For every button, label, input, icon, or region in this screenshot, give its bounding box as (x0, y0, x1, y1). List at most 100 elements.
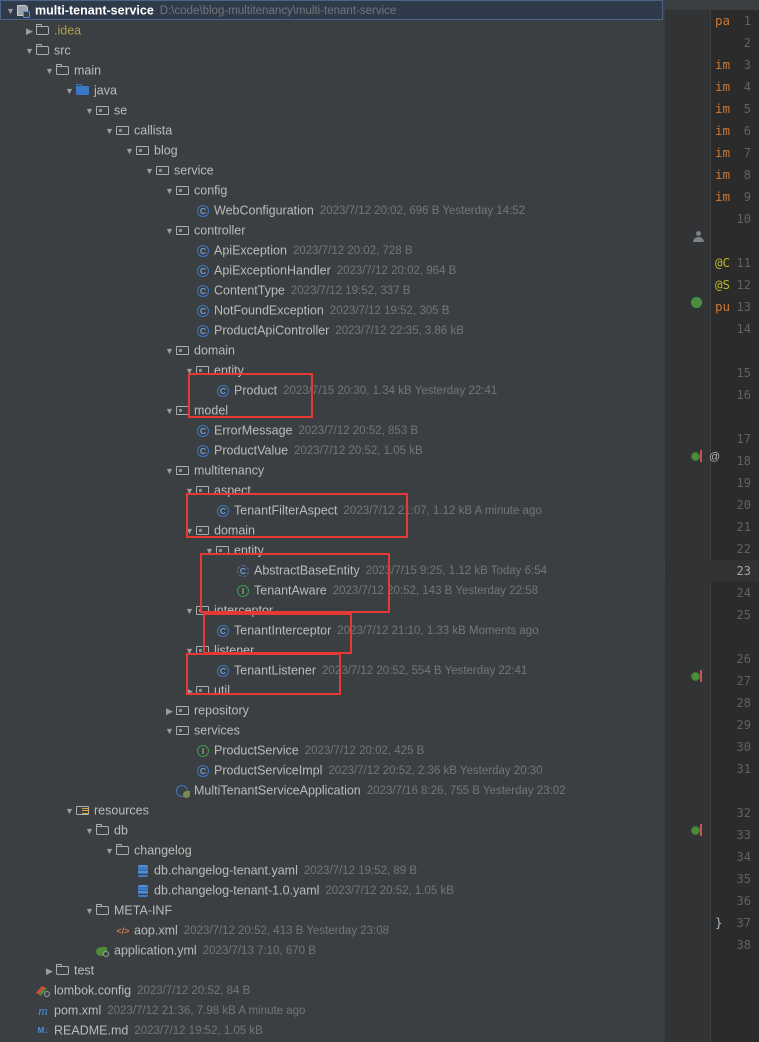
implements-gutter-icon[interactable] (691, 670, 705, 684)
tree-row[interactable]: ▼ main (0, 60, 665, 80)
tree-row[interactable]: TenantListener 2023/7/12 20:52, 554 B Yes… (0, 660, 665, 680)
chevron-down-icon[interactable]: ▼ (64, 81, 75, 101)
editor-line[interactable]: 18 @ (665, 450, 759, 472)
editor-line[interactable]: 15 (665, 362, 759, 384)
chevron-down-icon[interactable]: ▼ (184, 601, 195, 621)
editor-line[interactable]: 8 im (665, 164, 759, 186)
chevron-down-icon[interactable]: ▼ (164, 461, 175, 481)
tree-row[interactable]: ProductValue 2023/7/12 20:52, 1.05 kB (0, 440, 665, 460)
annotation-gutter-icon[interactable]: @ (709, 450, 723, 464)
editor-line[interactable]: 7 im (665, 142, 759, 164)
editor-line[interactable]: 31 (665, 758, 759, 780)
chevron-down-icon[interactable]: ▼ (84, 101, 95, 121)
tree-row[interactable]: ▼ aspect (0, 480, 665, 500)
implements-gutter-icon[interactable] (691, 824, 705, 838)
tree-row[interactable]: aop.xml 2023/7/12 20:52, 413 B Yesterday … (0, 920, 665, 940)
editor-pane[interactable]: 1 pa 2 3 im 4 im 5 im 6 im 7 im 8 im 9 im 10 11 @C 12 @S 13 pu 1… (665, 0, 759, 1042)
tree-row[interactable]: ▼ src (0, 40, 665, 60)
chevron-down-icon[interactable]: ▼ (184, 641, 195, 661)
tree-row[interactable]: TenantAware 2023/7/12 20:52, 143 B Yester… (0, 580, 665, 600)
editor-line[interactable]: 5 im (665, 98, 759, 120)
editor-lines[interactable]: 1 pa 2 3 im 4 im 5 im 6 im 7 im 8 im 9 im 10 11 @C 12 @S 13 pu 1… (665, 10, 759, 956)
tree-row[interactable]: ▼ service (0, 160, 665, 180)
tree-row[interactable]: ContentType 2023/7/12 19:52, 337 B (0, 280, 665, 300)
run-gutter-icon[interactable] (691, 296, 705, 310)
chevron-down-icon[interactable]: ▼ (64, 801, 75, 821)
tree-row[interactable]: ▼ domain (0, 520, 665, 540)
editor-line[interactable]: 38 (665, 934, 759, 956)
editor-line[interactable]: 6 im (665, 120, 759, 142)
tree-row[interactable]: lombok.config 2023/7/12 20:52, 84 B (0, 980, 665, 1000)
editor-line[interactable]: 1 pa (665, 10, 759, 32)
chevron-down-icon[interactable]: ▼ (144, 161, 155, 181)
tree-row[interactable]: README.md 2023/7/12 19:52, 1.05 kB (0, 1020, 665, 1040)
tree-row[interactable]: ApiExceptionHandler 2023/7/12 20:02, 964 … (0, 260, 665, 280)
tree-row[interactable]: ▼ resources (0, 800, 665, 820)
tree-row[interactable]: ▼ multitenancy (0, 460, 665, 480)
tree-row[interactable]: ▼ config (0, 180, 665, 200)
editor-line[interactable]: 28 (665, 692, 759, 714)
editor-line[interactable] (665, 230, 759, 252)
tree-row[interactable]: ▼ java (0, 80, 665, 100)
chevron-down-icon[interactable]: ▼ (164, 401, 175, 421)
editor-line[interactable]: 37} (665, 912, 759, 934)
editor-line[interactable]: 32 (665, 802, 759, 824)
tree-row[interactable]: ▼ changelog (0, 840, 665, 860)
tree-row[interactable]: ▼ domain (0, 340, 665, 360)
editor-line[interactable]: 11 @C (665, 252, 759, 274)
tree-row[interactable]: ProductServiceImpl 2023/7/12 20:52, 2.36 … (0, 760, 665, 780)
editor-line[interactable]: 17 (665, 428, 759, 450)
editor-line[interactable]: 20 (665, 494, 759, 516)
chevron-down-icon[interactable]: ▼ (184, 481, 195, 501)
editor-line[interactable]: 25 (665, 604, 759, 626)
chevron-right-icon[interactable]: ▶ (184, 681, 195, 701)
tree-row[interactable]: ▼ model (0, 400, 665, 420)
tree-row[interactable]: TenantFilterAspect 2023/7/12 21:07, 1.12 … (0, 500, 665, 520)
chevron-down-icon[interactable]: ▼ (184, 521, 195, 541)
editor-line[interactable]: 27 (665, 670, 759, 692)
tree-row[interactable]: ▶ repository (0, 700, 665, 720)
project-tree[interactable]: ▼ multi-tenant-service D:\code\blog-multit… (0, 0, 665, 1042)
tree-row[interactable]: ▶ util (0, 680, 665, 700)
tree-row[interactable]: ▼ se (0, 100, 665, 120)
tree-row[interactable]: ProductService 2023/7/12 20:02, 425 B (0, 740, 665, 760)
chevron-down-icon[interactable]: ▼ (104, 841, 115, 861)
tree-row[interactable]: ErrorMessage 2023/7/12 20:52, 853 B (0, 420, 665, 440)
chevron-down-icon[interactable]: ▼ (84, 821, 95, 841)
tree-row[interactable]: ▼ services (0, 720, 665, 740)
tree-row[interactable]: ▼ multi-tenant-service D:\code\blog-multit… (0, 0, 663, 20)
tree-row[interactable]: NotFoundException 2023/7/12 19:52, 305 B (0, 300, 665, 320)
tree-row[interactable]: db.changelog-tenant.yaml 2023/7/12 19:52,… (0, 860, 665, 880)
editor-line[interactable]: 29 (665, 714, 759, 736)
editor-line[interactable]: 14 (665, 318, 759, 340)
tree-row[interactable]: ▼ db (0, 820, 665, 840)
tree-row[interactable]: WebConfiguration 2023/7/12 20:02, 696 B Y… (0, 200, 665, 220)
tree-row[interactable]: ▼ controller (0, 220, 665, 240)
tree-row[interactable]: ▼ listener (0, 640, 665, 660)
chevron-down-icon[interactable]: ▼ (164, 341, 175, 361)
editor-line[interactable]: 35 (665, 868, 759, 890)
tree-row[interactable]: ProductApiController 2023/7/12 22:35, 3.8… (0, 320, 665, 340)
editor-line[interactable]: 34 (665, 846, 759, 868)
editor-line[interactable]: 2 (665, 32, 759, 54)
chevron-down-icon[interactable]: ▼ (104, 121, 115, 141)
editor-line[interactable]: 3 im (665, 54, 759, 76)
editor-line[interactable]: 24 (665, 582, 759, 604)
tree-row[interactable]: pom.xml 2023/7/12 21:36, 7.98 kB A minute… (0, 1000, 665, 1020)
chevron-down-icon[interactable]: ▼ (184, 361, 195, 381)
tree-row[interactable]: ▶ test (0, 960, 665, 980)
chevron-down-icon[interactable]: ▼ (5, 2, 16, 20)
tree-row[interactable]: Product 2023/7/15 20:30, 1.34 kB Yesterda… (0, 380, 665, 400)
chevron-down-icon[interactable]: ▼ (84, 901, 95, 921)
chevron-down-icon[interactable]: ▼ (164, 721, 175, 741)
chevron-right-icon[interactable]: ▶ (164, 701, 175, 721)
chevron-down-icon[interactable]: ▼ (164, 221, 175, 241)
tree-row[interactable]: ▶ .idea (0, 20, 665, 40)
editor-line[interactable]: 30 (665, 736, 759, 758)
tree-row[interactable]: ▼ callista (0, 120, 665, 140)
editor-line[interactable]: 33 (665, 824, 759, 846)
chevron-right-icon[interactable]: ▶ (44, 961, 55, 981)
editor-line[interactable]: 22 (665, 538, 759, 560)
editor-line[interactable] (665, 780, 759, 802)
tree-row[interactable]: AbstractBaseEntity 2023/7/15 9:25, 1.12 k… (0, 560, 665, 580)
